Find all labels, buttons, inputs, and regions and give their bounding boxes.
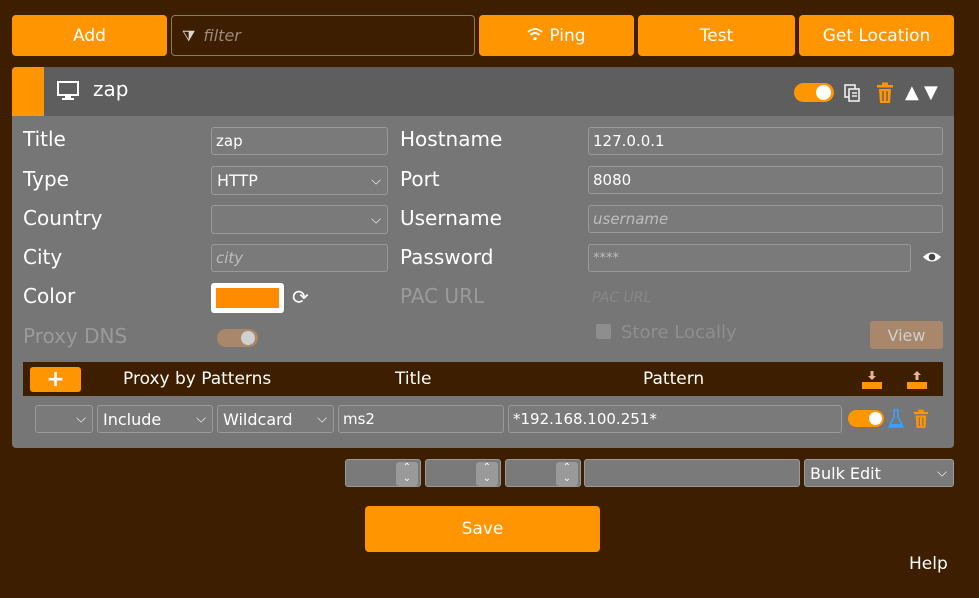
- move-up-icon[interactable]: ▲: [905, 82, 919, 103]
- move-down-icon[interactable]: ▼: [924, 82, 938, 103]
- username-label: Username: [400, 206, 502, 230]
- store-locally-label: Store Locally: [621, 322, 737, 343]
- stepper-icon[interactable]: ⌃ ⌄: [476, 462, 498, 486]
- type-select-value: HTTP: [217, 171, 258, 190]
- pattern-input[interactable]: *192.168.100.251*: [508, 405, 842, 433]
- chevron-down-icon: ⌵: [937, 465, 947, 481]
- pattern-match-select[interactable]: Wildcard ⌵: [217, 405, 334, 433]
- get-location-button[interactable]: Get Location: [799, 15, 954, 56]
- view-button-label: View: [887, 325, 926, 345]
- port-input[interactable]: 8080: [588, 166, 943, 194]
- port-value: 8080: [593, 171, 632, 189]
- title-label: Title: [23, 127, 66, 151]
- ping-button-label: Ping: [549, 25, 586, 46]
- country-label: Country: [23, 206, 103, 230]
- monitor-icon: [55, 78, 81, 104]
- proxy-dns-label: Proxy DNS: [23, 324, 128, 348]
- test-button-label: Test: [699, 25, 734, 46]
- pattern-title-input[interactable]: ms2: [338, 405, 504, 433]
- city-label: City: [23, 245, 63, 269]
- number-input-1[interactable]: ⌃ ⌄: [345, 459, 421, 487]
- store-locally-checkbox[interactable]: [596, 324, 611, 339]
- import-icon[interactable]: [861, 369, 883, 391]
- city-input[interactable]: city: [211, 244, 388, 272]
- password-input[interactable]: ****: [588, 244, 911, 272]
- chevron-down-icon: ⌵: [371, 212, 381, 227]
- add-button[interactable]: Add: [12, 15, 167, 56]
- chevron-down-icon: ⌵: [76, 411, 86, 427]
- username-placeholder: username: [593, 210, 669, 228]
- filter-icon: ⧩: [182, 26, 196, 45]
- eye-icon[interactable]: [922, 249, 942, 268]
- pac-url-label: PAC URL: [400, 284, 485, 308]
- proxy-by-patterns-header: Proxy by Patterns: [123, 369, 272, 389]
- number-input-3[interactable]: ⌃ ⌄: [505, 459, 581, 487]
- filter-input[interactable]: ⧩ filter: [171, 15, 475, 56]
- color-label: Color: [23, 284, 76, 308]
- bulk-text-input[interactable]: [584, 459, 800, 487]
- export-icon[interactable]: [906, 369, 928, 391]
- view-button[interactable]: View: [870, 321, 943, 349]
- add-pattern-button[interactable]: +: [30, 367, 81, 392]
- pattern-column-header: Pattern: [643, 369, 705, 389]
- username-input[interactable]: username: [588, 205, 943, 233]
- number-input-2[interactable]: ⌃ ⌄: [425, 459, 501, 487]
- pac-url-input[interactable]: PAC URL: [592, 290, 651, 306]
- chevron-down-icon: ⌵: [371, 173, 381, 188]
- city-placeholder: city: [216, 249, 244, 267]
- hostname-input[interactable]: 127.0.0.1: [588, 127, 943, 155]
- country-select[interactable]: ⌵: [211, 205, 388, 234]
- save-button[interactable]: Save: [365, 506, 600, 552]
- duplicate-icon[interactable]: [842, 82, 862, 104]
- title-input-value: zap: [216, 132, 243, 150]
- ping-button[interactable]: Ping: [479, 15, 634, 56]
- bulk-edit-select[interactable]: Bulk Edit ⌵: [804, 459, 954, 487]
- add-button-label: Add: [73, 25, 106, 46]
- delete-pattern-icon[interactable]: [912, 408, 930, 430]
- test-pattern-icon[interactable]: [887, 408, 905, 430]
- type-select[interactable]: HTTP ⌵: [211, 166, 388, 195]
- refresh-color-icon[interactable]: ⟳: [292, 285, 309, 309]
- hostname-label: Hostname: [400, 127, 503, 151]
- color-picker[interactable]: [211, 283, 284, 313]
- trash-icon[interactable]: [874, 81, 896, 105]
- stepper-icon[interactable]: ⌃ ⌄: [396, 462, 418, 486]
- chevron-down-icon: ⌵: [196, 411, 206, 427]
- proxy-color-strip: [12, 67, 44, 116]
- filter-placeholder: filter: [203, 26, 241, 45]
- color-swatch: [216, 288, 279, 308]
- help-link[interactable]: Help: [909, 554, 948, 574]
- type-label: Type: [23, 167, 69, 191]
- pattern-type-select[interactable]: Include ⌵: [97, 405, 213, 433]
- pattern-value: *192.168.100.251*: [513, 410, 657, 428]
- stepper-icon[interactable]: ⌃ ⌄: [556, 462, 578, 486]
- hostname-value: 127.0.0.1: [593, 132, 665, 150]
- pattern-enabled-toggle[interactable]: [848, 410, 884, 427]
- password-label: Password: [400, 245, 494, 269]
- test-button[interactable]: Test: [638, 15, 795, 56]
- plus-icon: +: [46, 367, 65, 392]
- bulk-edit-value: Bulk Edit: [810, 463, 881, 483]
- proxy-enabled-toggle[interactable]: [794, 83, 834, 102]
- title-input[interactable]: zap: [211, 127, 388, 155]
- get-location-button-label: Get Location: [822, 25, 931, 46]
- pattern-type-value: Include: [103, 409, 162, 429]
- proxy-name: zap: [93, 77, 129, 101]
- chevron-down-icon: ⌵: [317, 411, 327, 427]
- save-button-label: Save: [461, 519, 504, 539]
- title-column-header: Title: [395, 369, 432, 389]
- pattern-active-select[interactable]: ⌵: [35, 405, 93, 433]
- pattern-match-value: Wildcard: [223, 409, 293, 429]
- proxy-dns-toggle[interactable]: [217, 329, 258, 347]
- password-value: ****: [593, 250, 619, 266]
- pattern-title-value: ms2: [343, 410, 375, 428]
- wifi-icon: [527, 27, 543, 45]
- port-label: Port: [400, 167, 440, 191]
